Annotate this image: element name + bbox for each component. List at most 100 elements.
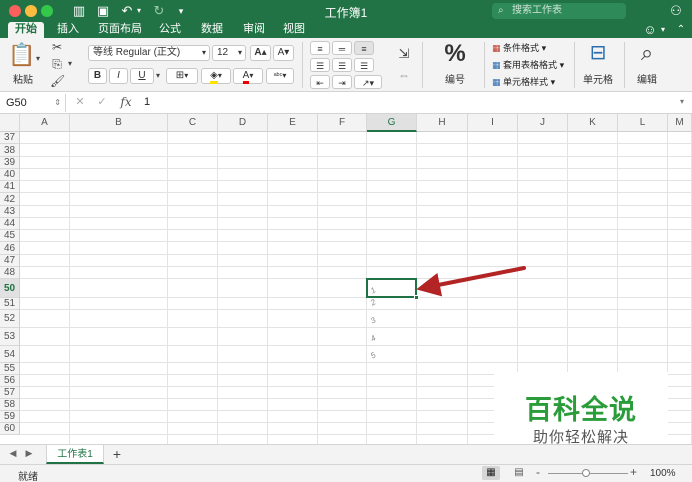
format-as-table-button[interactable]: ▦ 套用表格格式 ▾ xyxy=(492,58,564,72)
row-header-54[interactable]: 54 xyxy=(0,346,20,363)
sheet-tab-1[interactable]: 工作表1 xyxy=(46,445,104,464)
confirm-entry-icon[interactable]: ✓ xyxy=(96,95,108,108)
page-layout-view-icon[interactable]: ▤ xyxy=(512,466,526,480)
row-header-47[interactable]: 47 xyxy=(0,255,20,267)
row-header-42[interactable]: 42 xyxy=(0,193,20,206)
row-header-38[interactable]: 38 xyxy=(0,144,20,157)
italic-button[interactable]: I xyxy=(109,68,128,84)
row-header-57[interactable]: 57 xyxy=(0,387,20,399)
insert-function-icon[interactable]: fx xyxy=(118,95,134,109)
column-header-a[interactable]: A xyxy=(20,114,70,132)
column-header-h[interactable]: H xyxy=(417,114,468,132)
cells-icon[interactable]: ⊟ xyxy=(584,40,612,65)
decrease-indent-button[interactable]: ⇤ xyxy=(310,75,330,89)
borders-button[interactable]: ⊞▾ xyxy=(166,68,198,84)
row-header-39[interactable]: 39 xyxy=(0,157,20,169)
cell-styles-button[interactable]: ▦ 单元格样式 ▾ xyxy=(492,75,555,89)
row-header-46[interactable]: 46 xyxy=(0,242,20,255)
merge-center-icon[interactable]: ⇔ xyxy=(394,68,414,82)
column-header-e[interactable]: E xyxy=(268,114,318,132)
row-header-60[interactable]: 60 xyxy=(0,423,20,435)
row-header-48[interactable]: 48 xyxy=(0,267,20,279)
font-size-select[interactable]: 12 ▾ xyxy=(212,45,246,61)
conditional-format-button[interactable]: ▦ 条件格式 ▾ xyxy=(492,41,546,55)
copy-icon[interactable]: ⎘ xyxy=(50,57,64,72)
column-header-f[interactable]: F xyxy=(318,114,367,132)
column-header-d[interactable]: D xyxy=(218,114,268,132)
bold-button[interactable]: B xyxy=(88,68,107,84)
cell-value[interactable]: 4 xyxy=(369,333,377,343)
search-sheet-input[interactable]: ⌕ 搜索工作表 xyxy=(492,3,626,19)
zoom-in-button[interactable]: + xyxy=(630,465,637,479)
font-name-select[interactable]: 等线 Regular (正文) ▾ xyxy=(88,45,210,61)
row-header-44[interactable]: 44 xyxy=(0,218,20,230)
fill-handle[interactable] xyxy=(414,295,419,300)
wrap-text-icon[interactable]: ⇲ xyxy=(394,46,414,62)
copy-dropdown-icon[interactable]: ▾ xyxy=(66,59,74,68)
align-center-button[interactable]: ☰ xyxy=(332,58,352,72)
row-header-41[interactable]: 41 xyxy=(0,181,20,193)
tab-view[interactable]: 视图 xyxy=(278,22,310,38)
underline-dropdown-icon[interactable]: ▾ xyxy=(154,71,162,80)
cell-value[interactable]: 5 xyxy=(369,350,377,360)
tab-insert[interactable]: 插入 xyxy=(52,22,84,38)
row-header-51[interactable]: 51 xyxy=(0,298,20,310)
find-magnifier-icon[interactable]: ⌕ xyxy=(632,40,662,66)
column-header-l[interactable]: L xyxy=(618,114,668,132)
row-header-50[interactable]: 50 xyxy=(0,279,20,298)
name-box[interactable]: G50 ⇕ xyxy=(0,94,66,112)
row-header-45[interactable]: 45 xyxy=(0,230,20,242)
align-right-button[interactable]: ☰ xyxy=(354,58,374,72)
feedback-dropdown-icon[interactable]: ▾ xyxy=(658,22,668,38)
row-header-59[interactable]: 59 xyxy=(0,411,20,423)
decrease-font-size-button[interactable]: A▾ xyxy=(273,45,294,61)
increase-indent-button[interactable]: ⇥ xyxy=(332,75,352,89)
add-sheet-button[interactable]: + xyxy=(110,446,124,462)
name-box-stepper-icon[interactable]: ⇕ xyxy=(54,94,61,112)
tab-formulas[interactable]: 公式 xyxy=(154,22,186,38)
tab-review[interactable]: 审阅 xyxy=(238,22,270,38)
row-header-52[interactable]: 52 xyxy=(0,310,20,328)
increase-font-size-button[interactable]: A▴ xyxy=(250,45,271,61)
formula-input[interactable]: 1 xyxy=(144,96,150,108)
column-header-g[interactable]: G xyxy=(367,114,417,132)
row-header-43[interactable]: 43 xyxy=(0,206,20,218)
row-header-56[interactable]: 56 xyxy=(0,375,20,387)
paste-icon[interactable]: 📋 xyxy=(8,42,35,68)
row-header-53[interactable]: 53 xyxy=(0,328,20,346)
share-user-icon[interactable]: ⚇ xyxy=(668,3,684,19)
column-header-j[interactable]: J xyxy=(518,114,568,132)
cell-value[interactable]: 3 xyxy=(369,315,377,325)
row-header-40[interactable]: 40 xyxy=(0,169,20,181)
column-header-k[interactable]: K xyxy=(568,114,618,132)
select-all-corner[interactable] xyxy=(0,114,20,132)
column-header-c[interactable]: C xyxy=(168,114,218,132)
number-format-icon[interactable]: % xyxy=(440,40,470,68)
row-header-58[interactable]: 58 xyxy=(0,399,20,411)
row-header-37[interactable]: 37 xyxy=(0,132,20,144)
normal-view-icon[interactable]: ▦ xyxy=(482,466,500,480)
align-bottom-button[interactable]: ≡ xyxy=(354,41,374,55)
cell-value[interactable]: 2 xyxy=(369,297,377,307)
align-top-button[interactable]: ≡ xyxy=(310,41,330,55)
format-painter-icon[interactable]: 🖌 xyxy=(50,74,65,88)
zoom-slider-thumb[interactable] xyxy=(582,469,590,477)
font-color-button[interactable]: A▾ xyxy=(233,68,263,84)
expand-formula-bar-icon[interactable]: ▾ xyxy=(680,97,684,106)
align-left-button[interactable]: ☰ xyxy=(310,58,330,72)
align-middle-button[interactable]: ═ xyxy=(332,41,352,55)
underline-button[interactable]: U xyxy=(130,68,154,84)
next-sheet-icon[interactable]: ▶ xyxy=(24,448,34,459)
collapse-ribbon-icon[interactable]: ⌃ xyxy=(674,22,688,38)
paste-dropdown-icon[interactable]: ▾ xyxy=(34,54,42,63)
active-cell-border[interactable] xyxy=(366,278,417,298)
row-header-55[interactable]: 55 xyxy=(0,363,20,375)
phonetic-guide-button[interactable]: ᵃᵇᶜ▾ xyxy=(266,68,294,84)
column-header-m[interactable]: M xyxy=(668,114,692,132)
orientation-button[interactable]: ↗▾ xyxy=(354,75,382,89)
fill-color-button[interactable]: ◈▾ xyxy=(201,68,231,84)
tab-data[interactable]: 数据 xyxy=(196,22,228,38)
smiley-feedback-icon[interactable]: ☺ xyxy=(640,22,660,38)
prev-sheet-icon[interactable]: ◀ xyxy=(8,448,18,459)
column-header-i[interactable]: I xyxy=(468,114,518,132)
